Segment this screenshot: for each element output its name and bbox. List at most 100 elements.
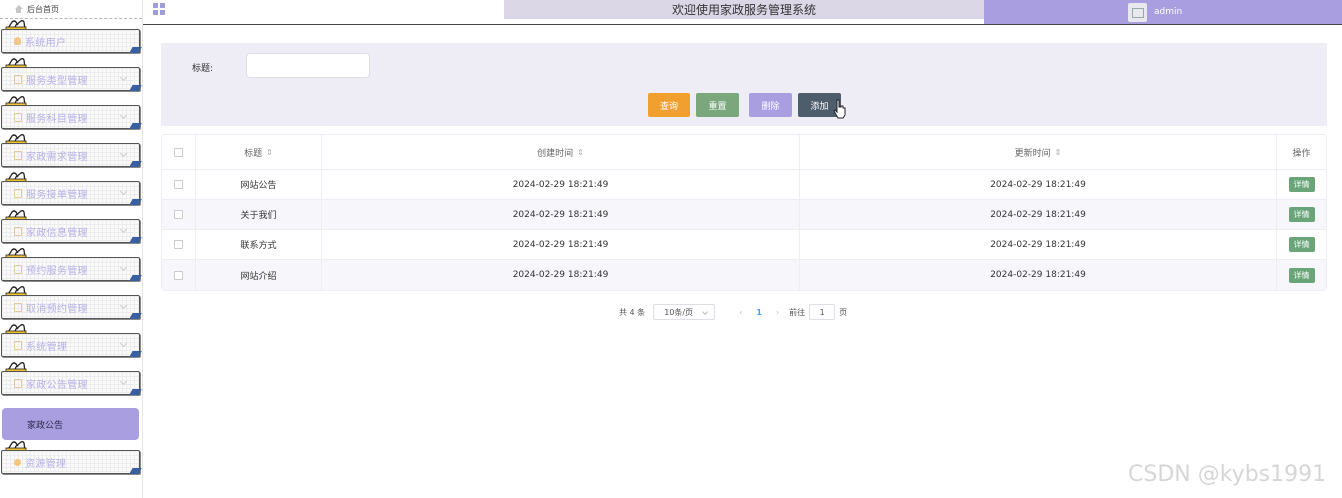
page-size-select[interactable]: 10条/页 — [653, 304, 716, 320]
sidebar-item[interactable]: 家政公告管理 — [0, 361, 142, 399]
doc-icon — [14, 188, 22, 198]
table-body: 网站公告 2024-02-29 18:21:49 2024-02-29 18:21:… — [162, 170, 1326, 290]
row-updated: 2024-02-29 18:21:49 — [990, 179, 1086, 190]
sidebar-item[interactable]: 家政信息管理 — [0, 209, 142, 247]
sidebar-item-label: 家政需求管理 — [26, 151, 88, 163]
row-checkbox[interactable] — [174, 270, 183, 280]
user-bar[interactable]: admin — [984, 0, 1342, 24]
sort-icon[interactable]: ⇕ — [577, 148, 584, 157]
chevron-down-icon — [119, 149, 128, 158]
grid-menu-icon[interactable] — [153, 3, 165, 15]
user-icon — [14, 37, 21, 45]
prev-page-icon[interactable]: ‹ — [739, 308, 742, 317]
notice-table: 标题 ⇕ 创建时间 ⇕ 更新时间 ⇕ 操作 网站公告 2024-02-29 18:21:… — [161, 134, 1327, 291]
table-row: 关于我们 2024-02-29 18:21:49 2024-02-29 18:21:… — [162, 200, 1326, 230]
sidebar-menu: 系统用户服务类型管理 服务科目管理 家政需求管理服务接单管理 家政信息管理预约服务管理… — [0, 19, 142, 474]
sort-icon[interactable]: ⇕ — [1055, 148, 1062, 157]
col-created-header[interactable]: 创建时间 ⇕ — [322, 135, 800, 169]
sidebar-item[interactable]: 服务科目管理 — [0, 95, 142, 133]
row-title: 联系方式 — [240, 241, 277, 251]
doc-icon — [14, 378, 22, 388]
sidebar-subitem-label: 家政公告 — [27, 420, 64, 431]
sidebar-item[interactable]: 系统管理 — [0, 323, 142, 361]
sidebar-item-label: 取消预约管理 — [26, 303, 88, 315]
goto-label: 前往 — [789, 307, 806, 317]
chevron-down-icon — [119, 263, 128, 272]
sidebar-item[interactable]: 系统用户 — [0, 19, 142, 57]
query-button[interactable]: 查询 — [648, 93, 690, 117]
doc-icon — [14, 340, 22, 350]
col-updated-header[interactable]: 更新时间 ⇕ — [800, 135, 1277, 169]
sidebar-item-box[interactable]: 资源管理 — [1, 450, 140, 474]
sidebar-item-box[interactable]: 服务科目管理 — [1, 105, 140, 129]
home-icon — [14, 5, 23, 13]
col-title-header[interactable]: 标题 ⇕ — [196, 135, 322, 169]
sidebar-item-label: 预约服务管理 — [26, 265, 88, 277]
sidebar-item-box[interactable]: 家政公告管理 — [1, 371, 140, 395]
sidebar-subitem-notice[interactable]: 家政公告 — [2, 408, 139, 440]
row-created: 2024-02-29 18:21:49 — [512, 179, 609, 190]
avatar-icon[interactable] — [1128, 2, 1147, 22]
detail-button[interactable]: 详情 — [1288, 177, 1315, 192]
row-updated: 2024-02-29 18:21:49 — [990, 270, 1086, 280]
chevron-down-icon — [119, 377, 128, 386]
sidebar-item-box[interactable]: 取消预约管理 — [1, 295, 140, 319]
title-filter-input[interactable] — [246, 53, 370, 78]
filter-panel: 标题: 查询 重置 删除 添加 — [161, 43, 1327, 126]
sidebar-item-box[interactable]: 系统用户 — [1, 29, 140, 53]
detail-button[interactable]: 详情 — [1288, 207, 1315, 222]
sidebar-item[interactable]: 资源管理 — [0, 440, 143, 478]
chevron-down-icon — [119, 339, 128, 348]
sidebar-item-label: 系统管理 — [26, 341, 68, 353]
row-created: 2024-02-29 18:21:49 — [512, 209, 609, 220]
row-checkbox[interactable] — [174, 210, 183, 219]
sidebar-item-label: 服务类型管理 — [26, 75, 88, 87]
page-number-current[interactable]: 1 — [756, 308, 762, 317]
goto-page-input[interactable]: 1 — [809, 304, 836, 320]
row-checkbox[interactable] — [174, 240, 183, 249]
doc-icon — [14, 302, 22, 312]
sidebar-item-box[interactable]: 服务接单管理 — [1, 181, 140, 205]
sidebar-item[interactable]: 取消预约管理 — [0, 285, 142, 323]
watermark: CSDN @kybs1991 — [1128, 462, 1327, 487]
sidebar-item-box[interactable]: 家政信息管理 — [1, 219, 140, 243]
reset-button[interactable]: 重置 — [696, 93, 739, 117]
next-page-icon[interactable]: › — [776, 308, 779, 317]
detail-button[interactable]: 详情 — [1288, 267, 1315, 283]
sidebar-item-label: 家政公告管理 — [26, 379, 88, 391]
row-title: 网站公告 — [240, 181, 277, 191]
sidebar-item-box[interactable]: 服务类型管理 — [1, 67, 140, 91]
delete-button[interactable]: 删除 — [749, 93, 792, 117]
row-created: 2024-02-29 18:21:49 — [512, 270, 609, 280]
sort-icon[interactable]: ⇕ — [266, 148, 273, 157]
table-header: 标题 ⇕ 创建时间 ⇕ 更新时间 ⇕ 操作 — [162, 135, 1326, 170]
sidebar-item-box[interactable]: 系统管理 — [1, 333, 140, 357]
doc-icon — [14, 74, 22, 84]
top-bar: 欢迎使用家政服务管理系统 admin — [143, 0, 1342, 25]
row-checkbox[interactable] — [174, 180, 183, 189]
page-unit-label: 页 — [839, 307, 848, 317]
sidebar-home[interactable]: 后台首页 — [0, 0, 142, 19]
chevron-down-icon — [119, 73, 128, 82]
sidebar-item-label: 资源管理 — [25, 458, 67, 470]
table-row: 网站介绍 2024-02-29 18:21:49 2024-02-29 18:21:… — [162, 260, 1326, 290]
sidebar: 后台首页 系统用户服务类型管理 服务科目管理 家政需求管理服务接单管理 家政信息管理预… — [0, 0, 143, 498]
col-ops-header: 操作 — [1292, 148, 1311, 159]
doc-icon — [14, 150, 22, 160]
detail-button[interactable]: 详情 — [1288, 237, 1315, 252]
sidebar-item-box[interactable]: 家政需求管理 — [1, 143, 140, 167]
doc-icon — [14, 226, 22, 236]
pagination: 共 4 条 10条/页 ‹ 1 › 前往 1 页 — [619, 304, 847, 320]
hand-cursor-icon — [833, 99, 846, 119]
sidebar-item[interactable]: 家政需求管理 — [0, 133, 142, 171]
row-updated: 2024-02-29 18:21:49 — [990, 239, 1086, 250]
sidebar-item[interactable]: 服务类型管理 — [0, 57, 142, 95]
page-title: 欢迎使用家政服务管理系统 — [504, 0, 984, 19]
select-all-checkbox[interactable] — [174, 147, 183, 157]
row-created: 2024-02-29 18:21:49 — [512, 239, 609, 250]
sidebar-item-box[interactable]: 预约服务管理 — [1, 257, 140, 281]
sidebar-item-label: 服务科目管理 — [26, 113, 88, 125]
title-filter-label: 标题: — [192, 64, 214, 74]
sidebar-item[interactable]: 预约服务管理 — [0, 247, 142, 285]
sidebar-item[interactable]: 服务接单管理 — [0, 171, 142, 209]
